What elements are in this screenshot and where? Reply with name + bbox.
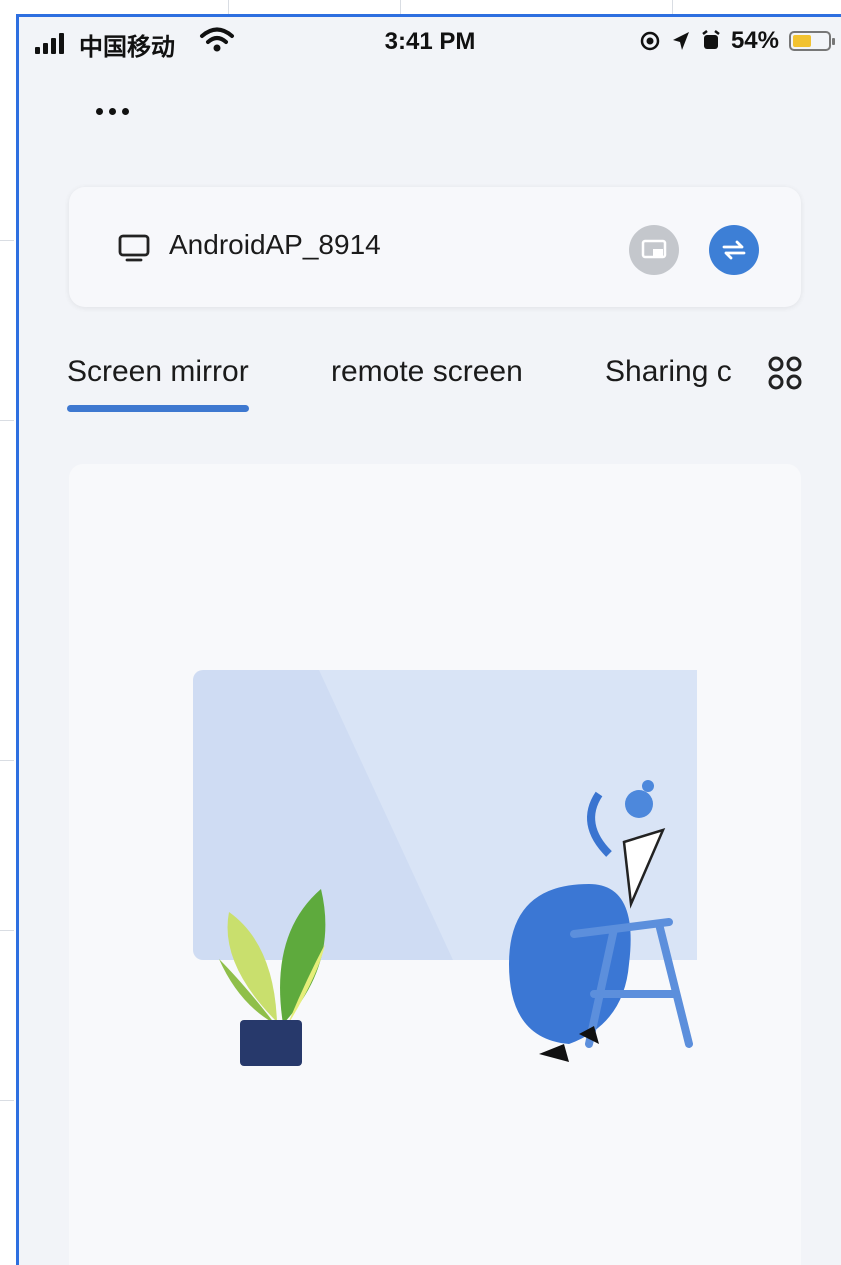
location-arrow-icon	[672, 32, 689, 50]
grid-line	[0, 240, 14, 241]
screen-mirror-panel	[69, 464, 801, 1265]
tab-screen-mirror[interactable]: Screen mirror	[67, 355, 249, 412]
screen-cast-button[interactable]	[629, 225, 679, 275]
tab-label: Screen mirror	[67, 355, 249, 388]
tab-remote-screen[interactable]: remote screen	[331, 355, 523, 389]
phone-screen: 中国移动 3:41 PM 54% AndroidAP_8914 Screen m…	[16, 14, 841, 1265]
device-name: AndroidAP_8914	[169, 229, 381, 260]
grid-line	[400, 0, 401, 14]
tab-label: remote screen	[331, 355, 523, 388]
alarm-icon	[702, 30, 720, 49]
location-target-icon	[640, 31, 660, 51]
battery-icon	[789, 31, 835, 51]
background-left	[0, 0, 16, 1265]
empty-state-illustration	[193, 670, 697, 1066]
switch-device-button[interactable]	[709, 225, 759, 275]
grid-line	[0, 1100, 14, 1101]
grid-line	[0, 930, 14, 931]
background-top	[0, 0, 841, 14]
switch-arrows-icon	[722, 240, 746, 260]
tab-sharing[interactable]: Sharing c	[605, 355, 732, 389]
device-card[interactable]: AndroidAP_8914	[69, 187, 801, 307]
battery-percentage: 54%	[730, 27, 779, 54]
grid-line	[0, 420, 14, 421]
more-dots-icon[interactable]	[87, 91, 137, 131]
grid-icon[interactable]	[767, 355, 803, 396]
status-right: 54%	[639, 26, 835, 56]
grid-line	[0, 760, 14, 761]
grid-line	[672, 0, 673, 14]
screen-cast-icon	[641, 239, 667, 259]
tab-bar: Screen mirror remote screen Sharing c	[19, 347, 841, 427]
grid-line	[228, 0, 229, 14]
tab-label: Sharing c	[605, 355, 732, 388]
monitor-icon	[118, 234, 150, 262]
active-tab-indicator	[67, 405, 249, 412]
status-bar: 中国移动 3:41 PM 54%	[19, 17, 841, 69]
